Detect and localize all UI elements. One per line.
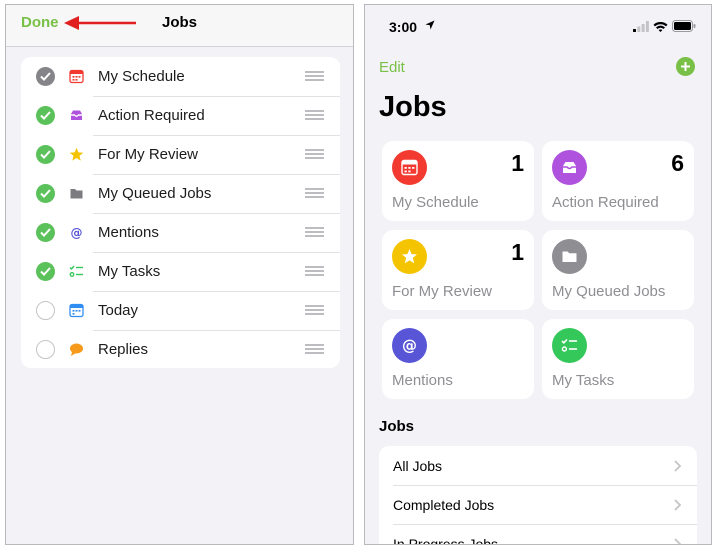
tile-count: 6 — [671, 150, 684, 176]
list-item[interactable]: My Tasks — [21, 252, 340, 291]
list-item[interactable]: Action Required — [21, 96, 340, 135]
calendar-icon — [69, 69, 84, 84]
list-item[interactable]: My Queued Jobs — [21, 174, 340, 213]
page-title: Jobs — [379, 91, 447, 123]
list-item[interactable]: Replies — [21, 330, 340, 369]
checkmark-icon[interactable] — [36, 184, 55, 203]
checklist-icon — [552, 328, 587, 363]
reorder-handle-icon[interactable] — [305, 266, 324, 277]
list-item[interactable]: @ Mentions — [21, 213, 340, 252]
folder-icon — [70, 189, 83, 199]
tile-label: Mentions — [392, 372, 453, 389]
calendar-icon — [392, 150, 427, 185]
cellular-signal-icon — [633, 21, 649, 32]
list-item-label: For My Review — [98, 146, 199, 163]
list-item-label: Completed Jobs — [393, 497, 495, 513]
battery-icon — [672, 20, 696, 32]
star-icon — [392, 239, 427, 274]
list-item-completed-jobs[interactable]: Completed Jobs — [379, 485, 697, 524]
tile-label: Action Required — [552, 194, 659, 211]
chevron-right-icon — [674, 460, 681, 472]
at-sign-icon: @ — [392, 328, 427, 363]
plus-icon — [681, 62, 690, 71]
annotation-arrow-icon — [64, 16, 136, 30]
nav-title: Jobs — [161, 14, 197, 31]
chevron-right-icon — [674, 499, 681, 511]
list-item[interactable]: My Schedule — [21, 57, 340, 96]
at-sign-icon: @ — [71, 226, 83, 240]
edit-button[interactable]: Edit — [379, 59, 405, 76]
add-button[interactable] — [676, 57, 695, 76]
tile-label: My Schedule — [392, 194, 479, 211]
list-item-label: My Queued Jobs — [98, 185, 212, 202]
checkmark-icon[interactable] — [36, 67, 55, 86]
section-title: Jobs — [379, 418, 415, 435]
speech-bubble-icon — [70, 343, 83, 356]
reorder-handle-icon[interactable] — [305, 149, 324, 160]
list-item[interactable]: For My Review — [21, 135, 340, 174]
tile-label: For My Review — [392, 283, 493, 300]
list-item-label: In Progress Jobs — [393, 536, 499, 545]
checkmark-icon[interactable] — [36, 106, 55, 125]
checkmark-icon[interactable] — [36, 145, 55, 164]
list-item-label: My Tasks — [98, 263, 161, 280]
jobs-list: All Jobs Completed Jobs In Progress Jobs — [379, 446, 697, 545]
checklist-icon — [69, 265, 83, 277]
status-time: 3:00 — [389, 19, 418, 35]
tile-action-required[interactable]: 6 Action Required — [542, 141, 694, 221]
list-item-label: All Jobs — [393, 458, 443, 474]
reorder-handle-icon[interactable] — [305, 71, 324, 82]
svg-text:@: @ — [71, 226, 83, 240]
unchecked-circle-icon[interactable] — [36, 340, 55, 359]
tile-my-tasks[interactable]: My Tasks — [542, 319, 694, 399]
reorder-handle-icon[interactable] — [305, 188, 324, 199]
tile-my-queued-jobs[interactable]: My Queued Jobs — [542, 230, 694, 310]
list-item-label: Today — [98, 302, 139, 319]
chevron-right-icon — [674, 538, 681, 544]
inbox-tray-icon — [552, 150, 587, 185]
reorder-handle-icon[interactable] — [305, 110, 324, 121]
checkmark-icon[interactable] — [36, 223, 55, 242]
folder-icon — [552, 239, 587, 274]
tile-mentions[interactable]: @ Mentions — [382, 319, 534, 399]
list-item-all-jobs[interactable]: All Jobs — [379, 446, 697, 485]
jobs-home-panel: 3:00 Edit Jobs 1 My Schedule 6 Action Re… — [364, 4, 712, 545]
list-item-label: Replies — [98, 341, 149, 358]
edit-jobs-panel: Done Jobs My Schedule Action Required Fo… — [5, 4, 354, 545]
list-item-label: My Schedule — [98, 68, 185, 85]
status-bar: 3:00 — [365, 5, 711, 49]
list-item-in-progress-jobs[interactable]: In Progress Jobs — [379, 524, 697, 545]
job-filter-list: My Schedule Action Required For My Revie… — [21, 57, 340, 368]
tile-label: My Tasks — [552, 372, 615, 389]
list-item-label: Mentions — [98, 224, 159, 241]
checkmark-icon[interactable] — [36, 262, 55, 281]
wifi-icon — [653, 21, 668, 32]
tile-label: My Queued Jobs — [552, 283, 666, 300]
list-item[interactable]: Today — [21, 291, 340, 330]
svg-text:@: @ — [402, 337, 417, 354]
list-item-label: Action Required — [98, 107, 205, 124]
nav-bar: Done Jobs — [6, 5, 353, 47]
location-arrow-icon — [425, 20, 435, 30]
inbox-tray-icon — [71, 110, 82, 120]
tile-count: 1 — [511, 239, 524, 265]
reorder-handle-icon[interactable] — [305, 344, 324, 355]
star-icon — [69, 147, 84, 161]
unchecked-circle-icon[interactable] — [36, 301, 55, 320]
reorder-handle-icon[interactable] — [305, 305, 324, 316]
tile-for-my-review[interactable]: 1 For My Review — [382, 230, 534, 310]
today-calendar-icon — [69, 303, 84, 318]
tile-my-schedule[interactable]: 1 My Schedule — [382, 141, 534, 221]
tile-count: 1 — [511, 150, 524, 176]
reorder-handle-icon[interactable] — [305, 227, 324, 238]
